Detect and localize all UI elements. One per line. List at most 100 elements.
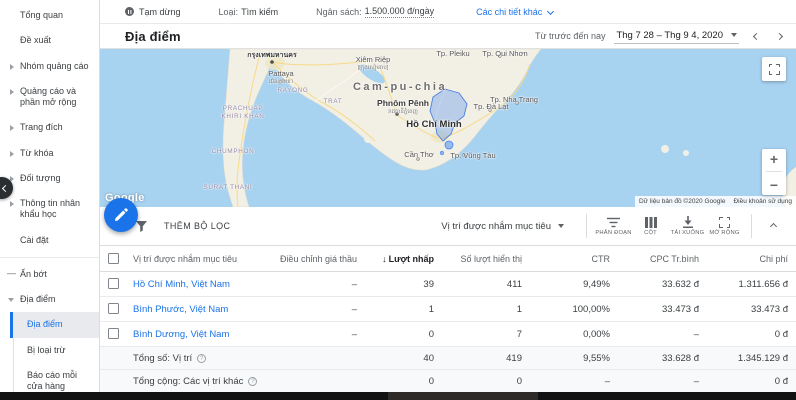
map-label-trat: TRAT [306,98,360,106]
columns-icon [645,217,657,228]
sidebar-item-keywords[interactable]: Từ khóa [0,141,99,166]
impressions-total: 0 [442,370,530,393]
download-icon [682,216,694,228]
sidebar-item-recommendations[interactable]: Đề xuất [0,28,99,53]
bid-adjustment-value: – [265,322,365,347]
cost-value: 1.311.656 đ [707,272,796,297]
add-filter-button[interactable]: THÊM BỘ LỌC [164,221,230,231]
help-icon[interactable]: ? [197,354,206,363]
date-range-value: Thg 7 28 – Thg 9 4, 2020 [616,30,723,41]
budget-value[interactable]: 1.500.000 đ/ngày [365,6,435,18]
locations-map[interactable]: กรุงเทพมหานคร Pattaya เมืองพัทยา RAYONG … [100,49,796,207]
next-period-button[interactable] [776,32,783,39]
impressions-value: 411 [442,272,530,297]
edit-locations-button[interactable] [104,198,138,232]
summary-label: Tổng số: Vị trí [133,353,192,364]
cost-total: 1.345.129 đ [707,347,796,370]
chevron-down-icon [8,298,14,302]
map-terms-link[interactable]: Điều khoản sử dụng [729,196,796,207]
sidebar-item-ad-groups[interactable]: Nhóm quảng cáo [0,54,99,79]
expand-button[interactable]: MỞ RỘNG [706,217,743,236]
type-label: Loại: [219,7,239,17]
sidebar-item-show-less[interactable]: —Ẩn bớt [0,262,99,287]
sidebar-item-label: Địa điểm [27,319,63,329]
column-header-cost[interactable]: Chi phí [707,246,796,272]
sidebar-item-locations[interactable]: Địa điểm [10,312,99,337]
zoom-out-button[interactable]: − [770,177,778,193]
clicks-value: 39 [365,272,442,297]
expand-icon [719,217,730,228]
campaign-status[interactable]: Tạm dừng [125,7,181,17]
row-checkbox[interactable] [108,278,119,289]
chevron-right-icon [10,151,14,157]
sidebar-item-settings[interactable]: Cài đặt [0,228,99,253]
select-all-checkbox[interactable] [108,253,119,264]
zoom-in-button[interactable]: + [770,151,778,167]
map-label-pattaya-thai: เมืองพัทยา [268,78,293,86]
sidebar-item-audiences[interactable]: Đối tượng [0,166,99,191]
column-header-bid-adjustment[interactable]: Điều chỉnh giá thầu [265,246,365,272]
column-header-impressions[interactable]: Số lượt hiển thị [442,246,530,272]
chevron-down-icon [547,8,554,15]
download-button[interactable]: TẢI XUỐNG [669,216,706,236]
location-link[interactable]: Bình Phước, Việt Nam [133,304,228,315]
sidebar-item-label: Tổng quan [20,10,63,20]
column-header-ctr[interactable]: CTR [530,246,618,272]
sidebar-item-overview[interactable]: Tổng quan [0,3,99,28]
more-details-button[interactable]: Các chi tiết khác [476,7,553,17]
location-link[interactable]: Hồ Chí Minh, Việt Nam [133,279,230,290]
sidebar-item-label: Ẩn bớt [20,269,47,279]
horizontal-scrollbar[interactable] [0,392,796,400]
sidebar-item-ads-extensions[interactable]: Quảng cáo và phần mở rộng [0,79,99,116]
cost-total: 0 đ [707,370,796,393]
columns-button[interactable]: CỘT [632,217,669,236]
map-label-vung-tau: Tp. Vũng Tàu [450,151,495,160]
date-preset-label: Từ trước đến nay [535,31,605,41]
previous-period-button[interactable] [753,32,760,39]
cost-value: 33.473 đ [707,297,796,322]
sidebar-item-locations-parent[interactable]: Địa điểm [0,287,99,312]
clicks-total: 40 [365,347,442,370]
map-label-da-lat: Tp. Đà Lạt [473,102,508,111]
map-fullscreen-button[interactable] [762,57,786,81]
collapse-table-button[interactable] [760,224,786,229]
sidebar-item-excluded[interactable]: Bị loại trừ [13,338,99,363]
column-header-location[interactable]: Vị trí được nhắm mục tiêu [125,246,265,272]
campaign-budget[interactable]: Ngân sách: 1.500.000 đ/ngày [316,6,434,18]
help-icon[interactable]: ? [248,377,257,386]
column-header-clicks[interactable]: ↓Lượt nhấp [365,246,442,272]
ctr-total: 9,55% [530,347,618,370]
dropdown-arrow-icon [731,33,737,37]
filter-icon[interactable] [136,221,147,232]
scrollbar-thumb[interactable] [388,392,538,400]
sidebar-item-per-store-report[interactable]: Báo cáo mỗi cửa hàng [13,363,99,392]
date-range-picker[interactable]: Thg 7 28 – Thg 9 4, 2020 [614,29,739,44]
page-header: Địa điểm Từ trước đến nay Thg 7 28 – Thg… [100,24,796,49]
map-label-ho-chi-minh: Hồ Chí Minh [406,119,461,130]
impressions-value: 1 [442,297,530,322]
view-selector-dropdown[interactable]: Vị trí được nhắm mục tiêu [441,221,564,232]
page-title: Địa điểm [125,29,181,44]
segment-button[interactable]: PHÂN ĐOẠN [595,217,632,236]
clicks-total: 0 [365,370,442,393]
campaign-status-bar: Tạm dừng Loại: Tìm kiếm Ngân sách: 1.500… [100,0,796,24]
budget-label: Ngân sách: [316,7,362,17]
sidebar-item-landing-pages[interactable]: Trang đích [0,115,99,140]
map-label-phnom-penh-khmer: រាជធានីភ្នំពេញ [388,108,418,116]
chevron-left-icon [2,184,9,191]
sidebar-item-label: Đối tượng [20,173,60,183]
row-checkbox[interactable] [108,328,119,339]
fullscreen-icon [769,64,780,75]
column-header-avg-cpc[interactable]: CPC Tr.bình [618,246,707,272]
avg-cpc-value: 33.473 đ [618,297,707,322]
chevron-right-icon [10,89,14,95]
table-header-row: Vị trí được nhắm mục tiêu Điều chỉnh giá… [100,246,796,272]
main-content: Tạm dừng Loại: Tìm kiếm Ngân sách: 1.500… [100,0,796,392]
map-label-pleiku: Tp. Pleiku [436,49,469,58]
locations-table: Vị trí được nhắm mục tiêu Điều chỉnh giá… [100,245,796,393]
sidebar-item-demographics[interactable]: Thông tin nhân khẩu học [0,191,99,228]
location-link[interactable]: Bình Dương, Việt Nam [133,329,229,340]
row-checkbox[interactable] [108,303,119,314]
view-selector-label: Vị trí được nhắm mục tiêu [441,221,551,232]
sidebar-item-label: Quảng cáo và phần mở rộng [20,86,76,107]
